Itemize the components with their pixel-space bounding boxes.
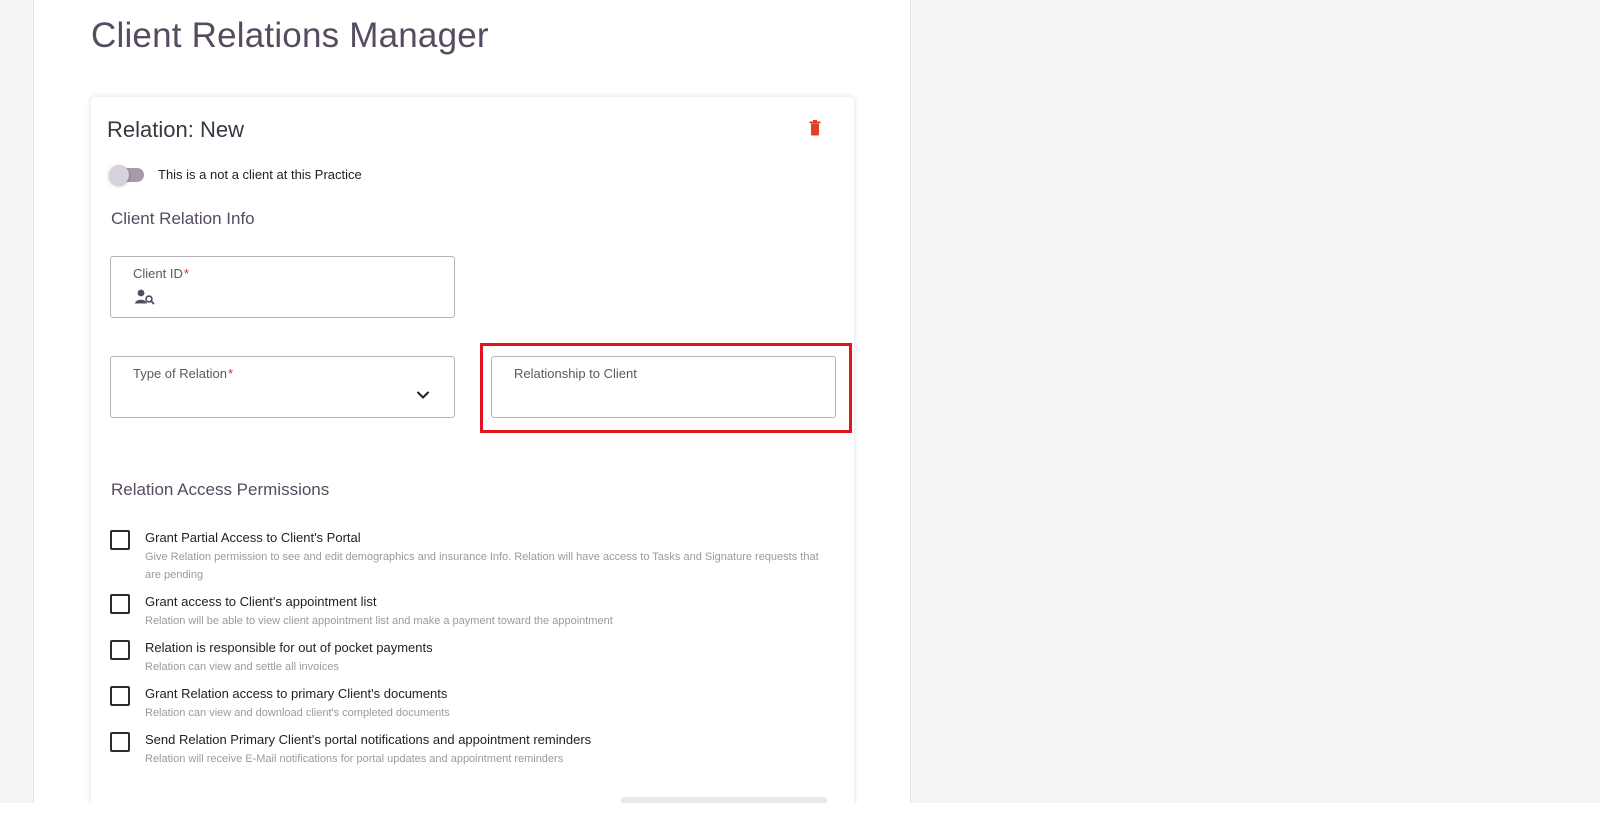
page-title: Client Relations Manager (91, 16, 489, 55)
permission-title: Grant Partial Access to Client's Portal (145, 530, 361, 545)
permission-checkbox[interactable] (110, 530, 130, 550)
permission-description: Relation will receive E-Mail notificatio… (145, 753, 564, 765)
permission-checkbox[interactable] (110, 732, 130, 752)
person-search-icon[interactable] (135, 289, 155, 305)
required-mark: * (183, 266, 189, 281)
permission-title: Grant Relation access to primary Client'… (145, 686, 448, 701)
relation-access-permissions-heading: Relation Access Permissions (111, 480, 330, 499)
permission-title: Grant access to Client's appointment lis… (145, 594, 377, 609)
permission-description: Relation can view and settle all invoice… (145, 661, 339, 673)
trash-icon[interactable] (807, 119, 823, 137)
permission-checkbox[interactable] (110, 594, 130, 614)
type-of-relation-select[interactable]: Type of Relation* (110, 356, 455, 418)
permission-title: Relation is responsible for out of pocke… (145, 640, 433, 655)
client-id-label: Client ID* (133, 266, 189, 281)
permission-checkbox[interactable] (110, 686, 130, 706)
permission-description: Relation can view and download client's … (145, 707, 450, 719)
permission-title: Send Relation Primary Client's portal no… (145, 732, 592, 747)
card-title: Relation: New (107, 117, 244, 142)
relation-card: Relation: New This is a not a client at … (91, 97, 854, 803)
chevron-down-icon[interactable] (416, 390, 430, 400)
type-of-relation-label: Type of Relation* (133, 366, 234, 381)
bottom-strip (0, 803, 1600, 831)
client-relation-info-heading: Client Relation Info (111, 209, 255, 228)
page-panel: Client Relations Manager Relation: New T… (33, 0, 911, 803)
not-client-toggle[interactable] (109, 165, 144, 185)
required-mark: * (227, 366, 234, 381)
client-id-field[interactable]: Client ID* (110, 256, 455, 318)
relationship-to-client-label: Relationship to Client (514, 366, 637, 381)
relationship-to-client-field[interactable]: Relationship to Client (491, 356, 836, 418)
permission-description: Relation will be able to view client app… (145, 615, 613, 627)
permission-checkbox[interactable] (110, 640, 130, 660)
toggle-knob (109, 165, 129, 185)
permission-description: Give Relation permission to see and edit… (145, 551, 819, 581)
toggle-label: This is a not a client at this Practice (158, 167, 362, 182)
